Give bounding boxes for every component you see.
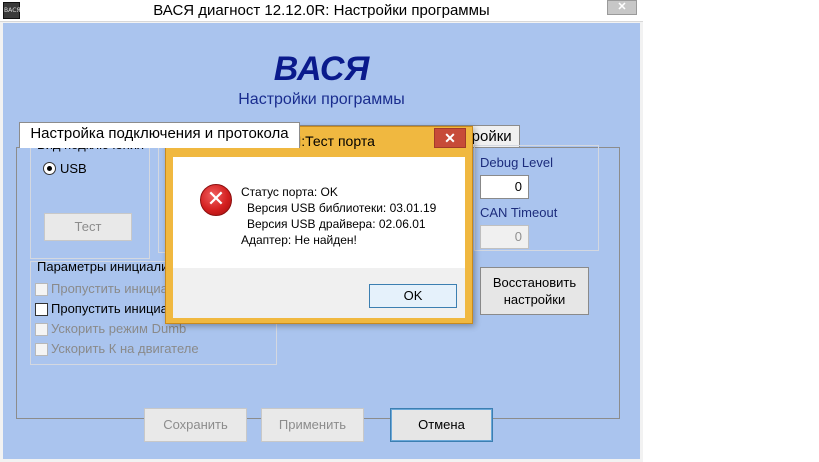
skip-init-label-1: Пропустить инициал bbox=[51, 281, 176, 296]
skip-init-checkbox-1[interactable] bbox=[35, 283, 48, 296]
debug-level-input[interactable]: 0 bbox=[480, 175, 529, 199]
tab-connection-protocol[interactable]: Настройка подключения и протокола bbox=[19, 122, 300, 148]
window-close-button[interactable]: ✕ bbox=[607, 0, 637, 15]
port-test-dialog: ВАСЯ:Тест порта ✕ ✕ Статус порта: OK Вер… bbox=[165, 126, 473, 324]
title-bar[interactable]: ВАСЯ ВАСЯ диагност 12.12.0R: Настройки п… bbox=[0, 0, 643, 22]
port-status-text: Статус порта: OK bbox=[241, 185, 338, 199]
dialog-close-button[interactable]: ✕ bbox=[434, 128, 466, 148]
skip-init-checkbox-2[interactable] bbox=[35, 303, 48, 316]
usb-radio-label[interactable]: USB bbox=[60, 161, 87, 176]
restore-label-line1: Восстановить bbox=[492, 275, 577, 290]
restore-settings-button[interactable]: Восстановить настройки bbox=[480, 267, 589, 315]
apply-button[interactable]: Применить bbox=[261, 408, 364, 442]
save-button[interactable]: Сохранить bbox=[144, 408, 247, 442]
can-timeout-input[interactable]: 0 bbox=[480, 225, 529, 249]
test-button[interactable]: Тест bbox=[44, 213, 132, 241]
usb-library-version-text: Версия USB библиотеки: 03.01.19 bbox=[247, 201, 437, 215]
restore-label-line2: настройки bbox=[503, 292, 566, 307]
usb-driver-version-text: Версия USB драйвера: 02.06.01 bbox=[247, 217, 426, 231]
page-subtitle: Настройки программы bbox=[238, 91, 405, 108]
window-title: ВАСЯ диагност 12.12.0R: Настройки програ… bbox=[153, 2, 490, 19]
skip-init-label-2: Пропустить инициал bbox=[51, 301, 176, 316]
init-params-label: Параметры инициализ bbox=[37, 259, 175, 274]
debug-level-label: Debug Level bbox=[480, 155, 553, 170]
app-logo: ВАСЯ bbox=[273, 50, 370, 88]
adapter-status-text: Адаптер: Не найден! bbox=[241, 233, 357, 247]
speed-dumb-checkbox[interactable] bbox=[35, 323, 48, 336]
error-icon: ✕ bbox=[200, 184, 232, 216]
can-timeout-label: CAN Timeout bbox=[480, 205, 558, 220]
ok-button[interactable]: OK bbox=[369, 284, 457, 308]
usb-radio[interactable] bbox=[43, 162, 56, 175]
connection-type-group bbox=[30, 139, 150, 259]
speed-k-engine-label: Ускорить К на двигателе bbox=[51, 341, 199, 356]
cancel-button[interactable]: Отмена bbox=[390, 408, 493, 442]
speed-k-engine-checkbox[interactable] bbox=[35, 343, 48, 356]
